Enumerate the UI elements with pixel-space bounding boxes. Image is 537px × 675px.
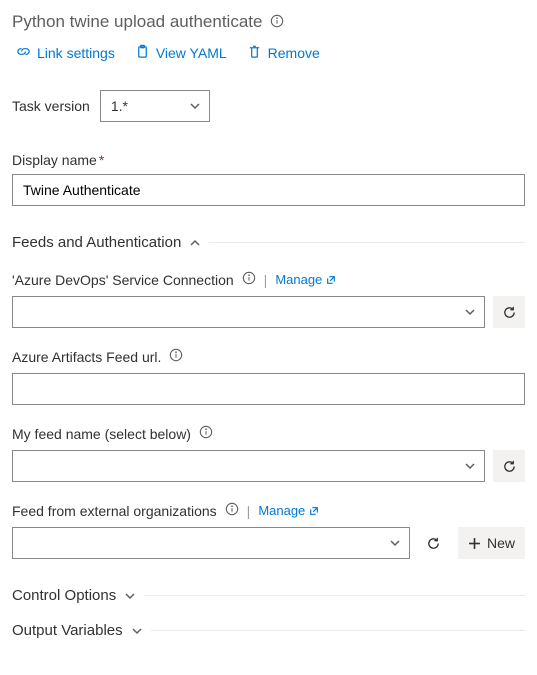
manage-label: Manage	[258, 503, 305, 518]
section-output-label: Output Variables	[12, 622, 123, 639]
chevron-down-icon	[189, 100, 201, 112]
section-control-label: Control Options	[12, 587, 116, 604]
link-settings-button[interactable]: Link settings	[16, 44, 115, 62]
service-connection-label: 'Azure DevOps' Service Connection	[12, 272, 234, 288]
divider	[209, 242, 525, 243]
link-icon	[16, 44, 31, 62]
refresh-external-feed-button[interactable]	[418, 527, 450, 559]
manage-label: Manage	[275, 272, 322, 287]
new-external-feed-button[interactable]: New	[458, 527, 525, 559]
info-icon[interactable]	[270, 14, 284, 31]
feed-name-select[interactable]	[12, 450, 485, 482]
view-yaml-label: View YAML	[156, 45, 227, 61]
command-bar: Link settings View YAML Remove	[12, 40, 525, 76]
manage-service-connection-link[interactable]: Manage	[275, 272, 336, 287]
divider	[151, 630, 525, 631]
chevron-up-icon	[189, 237, 201, 249]
required-marker: *	[99, 152, 104, 168]
divider	[144, 595, 525, 596]
task-version-value: 1.*	[111, 98, 128, 114]
clipboard-icon	[135, 44, 150, 62]
separator: |	[264, 272, 268, 288]
view-yaml-button[interactable]: View YAML	[135, 44, 227, 62]
link-settings-label: Link settings	[37, 45, 115, 61]
refresh-icon	[502, 305, 517, 320]
task-version-select[interactable]: 1.*	[100, 90, 210, 122]
display-name-label: Display name	[12, 152, 97, 168]
info-icon[interactable]	[242, 271, 256, 288]
external-link-icon	[326, 275, 336, 285]
task-version-label: Task version	[12, 98, 90, 114]
manage-external-feed-link[interactable]: Manage	[258, 503, 319, 518]
chevron-down-icon	[389, 537, 401, 549]
plus-icon	[468, 537, 481, 550]
refresh-service-connection-button[interactable]	[493, 296, 525, 328]
separator: |	[247, 503, 251, 519]
remove-label: Remove	[268, 45, 320, 61]
refresh-icon	[502, 459, 517, 474]
feed-url-label: Azure Artifacts Feed url.	[12, 349, 161, 365]
refresh-feed-name-button[interactable]	[493, 450, 525, 482]
display-name-input[interactable]	[12, 174, 525, 206]
info-icon[interactable]	[225, 502, 239, 519]
external-feed-label: Feed from external organizations	[12, 503, 217, 519]
chevron-down-icon	[464, 460, 476, 472]
remove-button[interactable]: Remove	[247, 44, 320, 62]
external-feed-select[interactable]	[12, 527, 410, 559]
info-icon[interactable]	[199, 425, 213, 442]
page-title: Python twine upload authenticate	[12, 12, 262, 32]
chevron-down-icon	[464, 306, 476, 318]
section-feeds-label: Feeds and Authentication	[12, 234, 181, 251]
chevron-down-icon	[124, 590, 136, 602]
trash-icon	[247, 44, 262, 62]
new-label: New	[487, 535, 515, 551]
refresh-icon	[426, 536, 441, 551]
service-connection-select[interactable]	[12, 296, 485, 328]
info-icon[interactable]	[169, 348, 183, 365]
section-output-variables[interactable]: Output Variables	[12, 622, 525, 639]
external-link-icon	[309, 506, 319, 516]
section-feeds-auth[interactable]: Feeds and Authentication	[12, 234, 525, 251]
section-control-options[interactable]: Control Options	[12, 587, 525, 604]
feed-name-label: My feed name (select below)	[12, 426, 191, 442]
feed-url-input[interactable]	[12, 373, 525, 405]
chevron-down-icon	[131, 625, 143, 637]
